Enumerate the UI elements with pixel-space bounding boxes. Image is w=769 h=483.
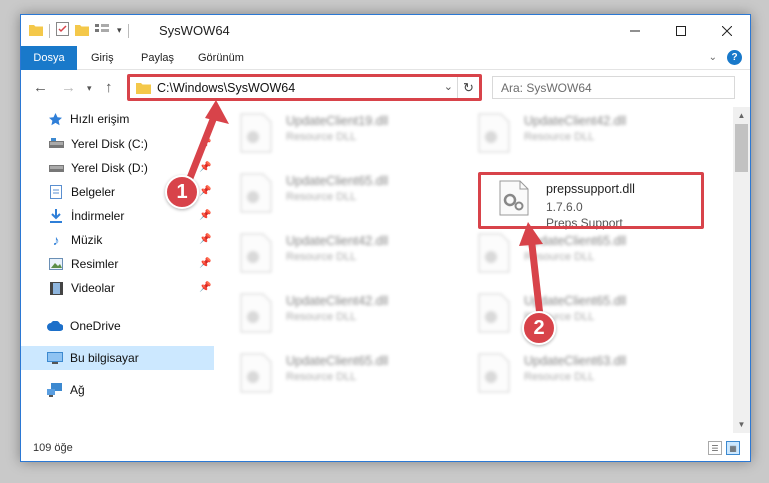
explorer-window: ▾ SysWOW64 Dosya Giriş Paylaş Görünüm ⌄ … <box>20 14 751 462</box>
sidebar-item-quick-access[interactable]: Hızlı erişim <box>21 107 214 131</box>
ribbon-right-controls: ⌄ ? <box>709 50 742 65</box>
list-item[interactable]: UpdateClient19.dll Resource DLL <box>231 107 466 162</box>
dll-file-icon <box>239 113 273 153</box>
list-item[interactable]: UpdateClient63.dll Resource DLL <box>469 347 704 402</box>
sidebar-item-onedrive[interactable]: OneDrive <box>21 314 214 338</box>
dll-file-icon <box>477 293 511 333</box>
chevron-down-icon[interactable]: ▾ <box>117 25 122 36</box>
title-bar: ▾ SysWOW64 <box>21 15 750 46</box>
dll-file-icon <box>477 233 511 273</box>
search-placeholder: Ara: SysWOW64 <box>501 81 592 95</box>
forward-arrow-icon[interactable]: → <box>61 79 76 96</box>
tab-file[interactable]: Dosya <box>21 46 77 70</box>
view-options-icon[interactable] <box>95 23 111 39</box>
close-button[interactable] <box>704 15 750 46</box>
pin-icon[interactable]: 📌 <box>199 282 211 293</box>
pin-icon[interactable]: 📌 <box>199 186 211 197</box>
pin-icon[interactable]: 📌 <box>199 210 211 221</box>
view-switcher: ☰ ▦ <box>708 441 740 455</box>
documents-icon <box>48 184 64 200</box>
network-icon <box>47 382 63 398</box>
star-icon <box>47 111 63 127</box>
sidebar-item-music[interactable]: ♪ Müzik 📌 <box>21 228 214 252</box>
computer-icon <box>47 350 63 366</box>
file-highlight-box <box>478 172 704 229</box>
tiles-view-icon[interactable]: ▦ <box>726 441 740 455</box>
pictures-icon <box>48 256 64 272</box>
back-arrow-icon[interactable]: ← <box>33 79 48 96</box>
quick-access-toolbar: ▾ <box>29 22 129 39</box>
item-count: 109 öğe <box>33 442 73 454</box>
dll-file-icon <box>477 113 511 153</box>
list-item[interactable]: UpdateClient42.dll Resource DLL <box>469 107 704 162</box>
step-badge-2: 2 <box>522 311 556 345</box>
properties-icon[interactable] <box>56 22 69 39</box>
tab-view[interactable]: Görünüm <box>198 46 244 70</box>
dll-file-icon <box>239 233 273 273</box>
window-title: SysWOW64 <box>159 23 230 38</box>
file-list: UpdateClient19.dll Resource DLL UpdateCl… <box>231 107 731 437</box>
folder-icon[interactable] <box>29 23 43 39</box>
list-item[interactable]: UpdateClient42.dll Resource DLL <box>231 287 466 342</box>
minimize-button[interactable] <box>612 15 658 46</box>
music-note-icon: ♪ <box>52 232 60 248</box>
search-input[interactable]: Ara: SysWOW64 <box>492 76 735 99</box>
sidebar-item-local-disk-c[interactable]: Yerel Disk (C:) 📌 <box>21 132 214 156</box>
up-arrow-icon[interactable]: ↑ <box>105 79 113 96</box>
list-item[interactable]: UpdateClient65.dll Resource DLL <box>231 347 466 402</box>
ribbon-tabs: Dosya Giriş Paylaş Görünüm ⌄ ? <box>21 46 750 70</box>
list-item[interactable]: UpdateClient65.dll Resource DLL <box>469 227 704 282</box>
tab-share[interactable]: Paylaş <box>141 46 174 70</box>
new-folder-icon[interactable] <box>75 23 89 39</box>
dll-file-icon <box>477 353 511 393</box>
sidebar-item-network[interactable]: Ağ <box>21 378 214 402</box>
pin-icon[interactable]: 📌 <box>199 234 211 245</box>
drive-icon <box>48 160 64 176</box>
pin-icon[interactable]: 📌 <box>199 258 211 269</box>
status-bar: 109 öğe ☰ ▦ <box>21 435 750 461</box>
pin-icon[interactable]: 📌 <box>199 138 211 149</box>
dll-file-icon <box>239 293 273 333</box>
drive-icon <box>48 136 64 152</box>
address-highlight-box <box>127 74 482 101</box>
step-badge-1: 1 <box>165 175 199 209</box>
window-controls <box>612 15 750 46</box>
film-icon <box>48 280 64 296</box>
toolbar-separator <box>49 23 50 38</box>
maximize-button[interactable] <box>658 15 704 46</box>
navigation-bar: ← → ▾ ↑ C:\Windows\SysWOW64 ⌄ ↻ Ara: Sys… <box>21 71 750 104</box>
details-view-icon[interactable]: ☰ <box>708 441 722 455</box>
navigation-pane: Hızlı erişim Yerel Disk (C:) 📌 Yerel Dis… <box>21 107 214 437</box>
list-item[interactable]: UpdateClient42.dll Resource DLL <box>231 227 466 282</box>
chevron-down-icon[interactable]: ⌄ <box>709 52 717 63</box>
scroll-up-icon[interactable]: ▲ <box>733 107 750 124</box>
sidebar-item-videos[interactable]: Videolar 📌 <box>21 276 214 300</box>
dll-file-icon <box>239 173 273 213</box>
list-item[interactable]: UpdateClient65.dll Resource DLL <box>469 287 704 342</box>
vertical-scrollbar[interactable]: ▲ ▼ <box>733 107 750 433</box>
recent-locations-icon[interactable]: ▾ <box>87 83 92 94</box>
sidebar-item-this-pc[interactable]: Bu bilgisayar <box>21 346 214 370</box>
download-icon <box>48 208 64 224</box>
sidebar-item-pictures[interactable]: Resimler 📌 <box>21 252 214 276</box>
scroll-down-icon[interactable]: ▼ <box>733 416 750 433</box>
list-item[interactable]: UpdateClient65.dll Resource DLL <box>231 167 466 222</box>
tab-home[interactable]: Giriş <box>91 46 114 70</box>
cloud-icon <box>47 318 63 334</box>
toolbar-separator <box>127 23 129 38</box>
help-icon[interactable]: ? <box>727 50 742 65</box>
dll-file-icon <box>239 353 273 393</box>
scrollbar-thumb[interactable] <box>735 124 748 172</box>
pin-icon[interactable]: 📌 <box>199 162 211 173</box>
